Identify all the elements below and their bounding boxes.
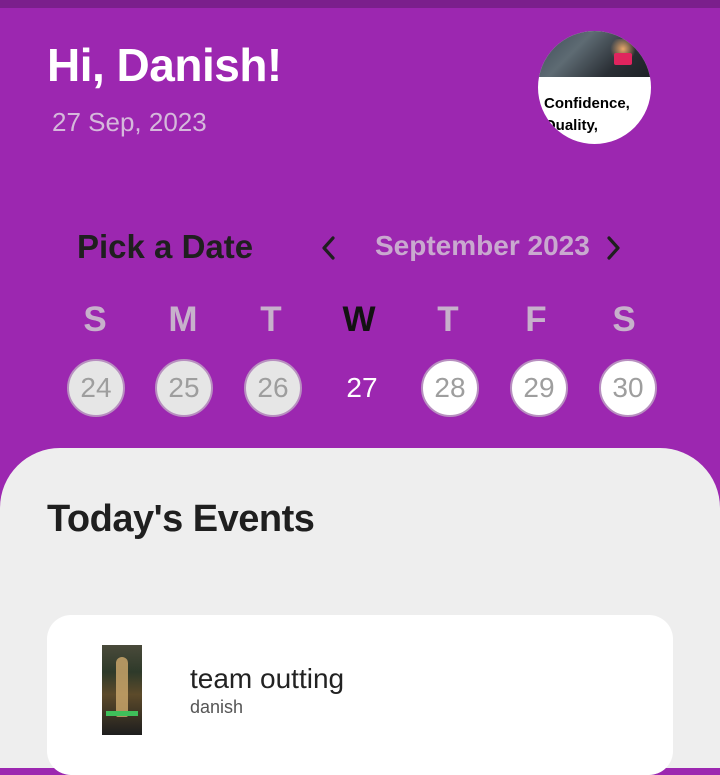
day-26[interactable]: 26: [244, 359, 302, 417]
avatar[interactable]: Confidence, Quality,: [538, 31, 651, 144]
pick-date-title: Pick a Date: [77, 228, 254, 265]
greeting-title: Hi, Danish!: [47, 39, 282, 91]
status-strip: [0, 0, 720, 8]
event-card[interactable]: team outting danish: [47, 615, 673, 775]
day-27-selected[interactable]: 27: [333, 359, 391, 417]
event-owner: danish: [190, 697, 244, 717]
avatar-caption: Confidence, Quality,: [544, 95, 630, 134]
day-25[interactable]: 25: [155, 359, 213, 417]
event-thumbnail: [102, 645, 142, 735]
chevron-right-icon: [607, 236, 620, 260]
day-24[interactable]: 24: [67, 359, 125, 417]
day-28[interactable]: 28: [421, 359, 479, 417]
day-30[interactable]: 30: [599, 359, 657, 417]
next-month-button[interactable]: [595, 228, 631, 268]
weekday-mon: M: [168, 300, 198, 339]
day-29[interactable]: 29: [510, 359, 568, 417]
chevron-left-icon: [322, 236, 335, 260]
month-label: September 2023: [375, 230, 590, 261]
weekday-sat: S: [612, 300, 636, 339]
avatar-photo: [538, 31, 651, 77]
weekday-wed: W: [342, 300, 376, 339]
weekday-tue: T: [260, 300, 282, 339]
weekday-thu: T: [437, 300, 459, 339]
weekday-sun: S: [83, 300, 107, 339]
events-title: Today's Events: [47, 498, 315, 540]
current-date: 27 Sep, 2023: [52, 107, 207, 137]
prev-month-button[interactable]: [311, 228, 347, 268]
event-name: team outting: [190, 663, 345, 694]
weekday-fri: F: [525, 300, 547, 339]
